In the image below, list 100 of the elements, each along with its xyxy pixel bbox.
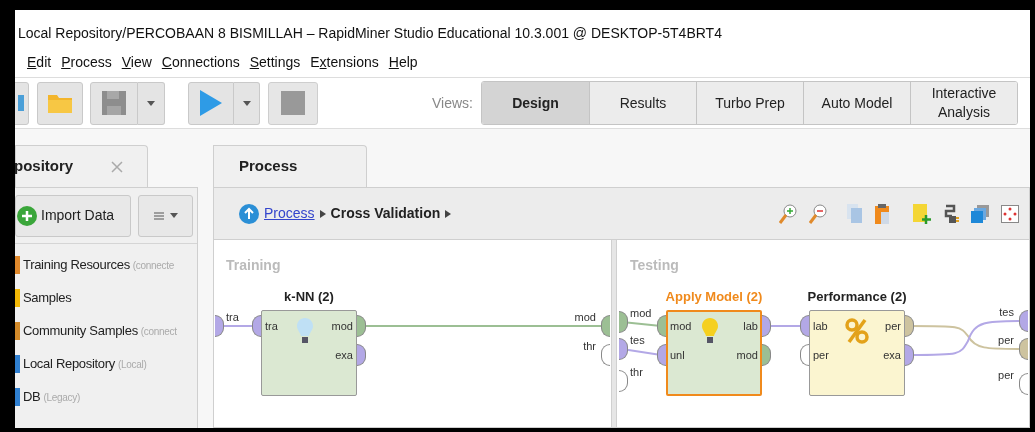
view-tab[interactable]: Turbo Prep — [696, 82, 803, 124]
plug-icon[interactable] — [943, 203, 959, 224]
port[interactable] — [762, 344, 771, 366]
port-label: per — [997, 333, 1014, 348]
layers-icon[interactable] — [971, 204, 989, 223]
port-label: exa — [882, 348, 901, 363]
port[interactable] — [905, 315, 914, 337]
close-icon[interactable] — [111, 160, 123, 173]
save-dropdown-button[interactable] — [138, 81, 165, 125]
operator-title: Performance (2) — [806, 288, 908, 306]
menu-item[interactable]: Settings — [249, 51, 301, 73]
port-label: thr — [582, 339, 596, 354]
zoom-out-icon[interactable] — [809, 203, 827, 224]
play-icon — [200, 90, 222, 116]
port[interactable] — [800, 344, 809, 366]
stop-icon — [281, 91, 305, 115]
menu-item[interactable]: Edit — [27, 51, 52, 73]
port[interactable] — [619, 370, 628, 392]
repository-item[interactable]: Local Repository — [23, 354, 116, 374]
folder-icon — [47, 92, 73, 114]
repository-item[interactable]: DB — [23, 387, 41, 407]
views-label: Views: — [432, 93, 473, 113]
stop-button[interactable] — [268, 81, 318, 125]
port[interactable] — [905, 344, 914, 366]
repository-note: (Legacy) — [43, 390, 80, 405]
port[interactable] — [762, 315, 771, 337]
port-label: mod — [630, 306, 652, 321]
port[interactable] — [1019, 373, 1028, 395]
port[interactable] — [601, 315, 610, 337]
breadcrumb-link[interactable]: Process — [264, 203, 315, 224]
port-label: tra — [265, 319, 278, 334]
port-label: per — [813, 348, 829, 363]
port[interactable] — [1019, 310, 1028, 332]
port[interactable] — [357, 344, 366, 366]
port-label: mod — [573, 310, 596, 325]
port-label: tra — [226, 310, 239, 325]
run-dropdown-button[interactable] — [234, 81, 260, 125]
repository-tab[interactable]: pository — [15, 145, 148, 187]
view-tab[interactable]: Design — [482, 82, 589, 124]
operator-box[interactable] — [809, 310, 905, 396]
repository-note: (Local) — [118, 357, 147, 372]
port-label: thr — [630, 365, 643, 380]
window-title: Local Repository/PERCOBAAN 8 BISMILLAH – RapidMiner Studio Educational 10.3.001 @ DESKTOP-5T4BRT4 — [18, 24, 722, 43]
port[interactable] — [601, 344, 610, 366]
repository-item[interactable]: Training Resources — [23, 255, 130, 275]
new-process-button[interactable] — [15, 81, 29, 125]
port-label: mod — [735, 348, 758, 363]
fit-icon[interactable] — [1001, 204, 1019, 223]
port-label: unl — [670, 348, 685, 363]
caret-icon — [169, 213, 178, 218]
options-button[interactable] — [138, 194, 193, 237]
zoom-in-icon[interactable] — [779, 203, 797, 224]
port-label: lab — [813, 319, 828, 334]
port[interactable] — [357, 315, 366, 337]
menu-item[interactable]: View — [121, 51, 152, 73]
operator-title: Apply Model (2) — [664, 288, 764, 306]
open-button[interactable] — [37, 81, 83, 125]
save-button[interactable] — [90, 81, 138, 125]
menu-icon — [153, 211, 164, 220]
caret-icon — [242, 100, 251, 106]
menu-item[interactable]: Help — [388, 51, 418, 73]
port[interactable] — [1019, 338, 1028, 360]
repository-note: (connect — [140, 324, 177, 339]
port[interactable] — [657, 344, 666, 366]
port[interactable] — [800, 315, 809, 337]
port-label: tes — [630, 333, 645, 348]
subprocess-title: Testing — [630, 256, 679, 275]
note-add-icon[interactable] — [913, 203, 931, 224]
port-label: lab — [742, 319, 758, 334]
document-icon — [18, 93, 24, 113]
operator-title: k-NN (2) — [283, 288, 335, 306]
repository-item[interactable]: Samples — [23, 288, 72, 308]
run-button[interactable] — [188, 81, 234, 125]
port-label: per — [997, 368, 1014, 383]
repository-item[interactable]: Community Samples — [23, 321, 138, 341]
view-tab[interactable]: Interactive Analysis — [910, 82, 1017, 124]
port-label: per — [884, 319, 901, 334]
port[interactable] — [619, 338, 628, 360]
port-label: exa — [334, 348, 353, 363]
port[interactable] — [252, 315, 261, 337]
port-label: mod — [330, 319, 353, 334]
view-tab[interactable]: Results — [589, 82, 696, 124]
plus-icon — [17, 205, 37, 226]
menu-item[interactable]: Process — [61, 51, 112, 73]
subprocess-title: Training — [226, 256, 281, 275]
operator-box[interactable] — [666, 310, 762, 396]
port[interactable] — [657, 315, 666, 337]
caret-icon — [147, 100, 155, 106]
process-tab[interactable]: Process — [213, 145, 367, 187]
menu-item[interactable]: Extensions — [310, 51, 379, 73]
chevron-icon[interactable] — [445, 209, 452, 218]
menu-item[interactable]: Connections — [161, 51, 240, 73]
repository-note: (connecte — [132, 258, 175, 273]
port[interactable] — [619, 311, 628, 333]
operator-box[interactable] — [261, 310, 357, 396]
clipboard-icon[interactable] — [875, 203, 889, 224]
chevron-icon — [319, 209, 326, 218]
import-data-button[interactable]: Import Data — [15, 194, 131, 237]
port[interactable] — [215, 315, 224, 337]
view-tab[interactable]: Auto Model — [803, 82, 910, 124]
